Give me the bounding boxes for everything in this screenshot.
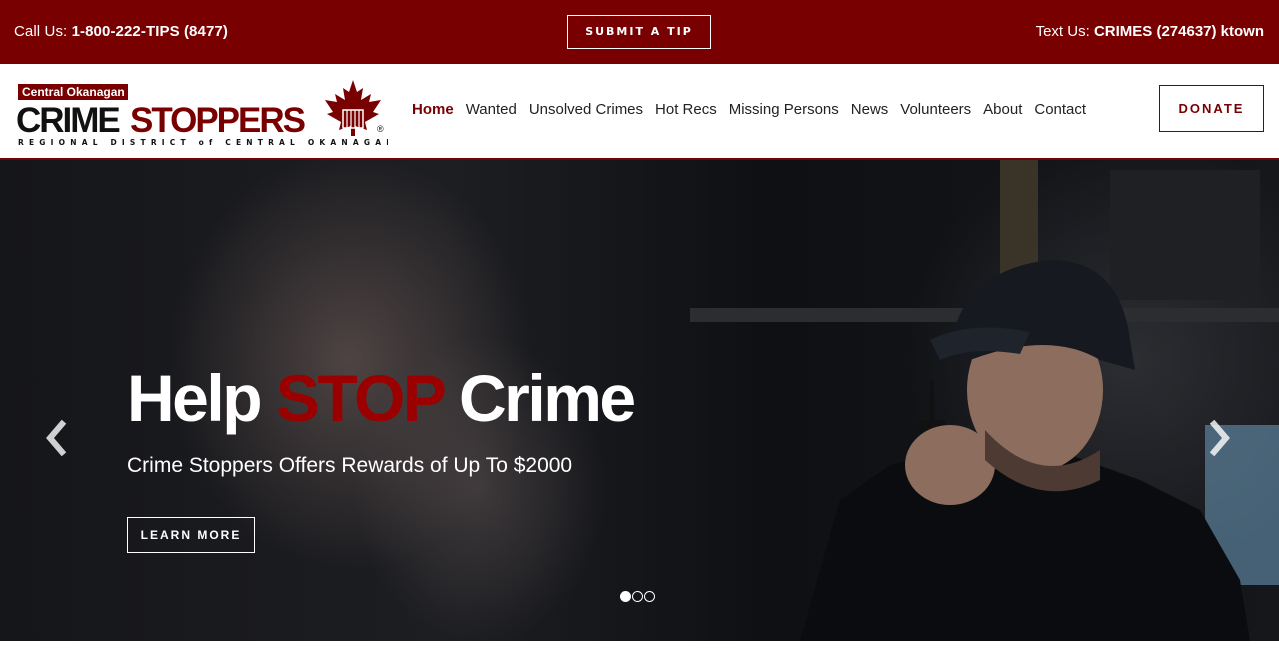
nav-wanted[interactable]: Wanted: [466, 101, 517, 118]
headline-part-stop: STOP: [275, 361, 446, 435]
logo-sub-text: REGIONAL DISTRICT of CENTRAL OKANAGAN: [18, 138, 388, 147]
chevron-right-icon: [1209, 419, 1230, 457]
carousel-dot-2[interactable]: [632, 591, 643, 602]
page-bottom-strip: [0, 641, 1279, 651]
logo-stoppers-text: STOPPERS: [130, 101, 305, 140]
nav-about[interactable]: About: [983, 101, 1022, 118]
hero-headline: Help STOP Crime: [127, 360, 636, 436]
chevron-left-icon: [46, 419, 67, 457]
text-us-text: Text Us: CRIMES (274637) ktown: [1036, 23, 1264, 40]
call-us-number[interactable]: 1-800-222-TIPS (8477): [72, 23, 228, 40]
carousel-indicators: [620, 591, 656, 602]
main-nav: Home Wanted Unsolved Crimes Hot Recs Mis…: [412, 101, 1098, 118]
text-us-number: CRIMES (274637) ktown: [1093, 23, 1264, 40]
hero-subline: Crime Stoppers Offers Rewards of Up To $…: [127, 454, 573, 477]
headline-part-crime: Crime: [443, 361, 636, 435]
logo-top-text: Central Okanagan: [22, 85, 125, 99]
carousel-dot-1[interactable]: [620, 591, 631, 602]
call-us-text: Call Us: 1-800-222-TIPS (8477): [14, 23, 228, 40]
logo-crime-text: CRIME: [16, 101, 119, 140]
prev-slide-arrow[interactable]: [42, 418, 70, 458]
crime-stoppers-logo[interactable]: Central Okanagan CRIME STOPPERS ® REGION…: [16, 80, 388, 148]
call-us-label: Call Us:: [14, 23, 72, 40]
donate-button[interactable]: DONATE: [1159, 85, 1264, 132]
submit-tip-button[interactable]: SUBMIT A TIP: [567, 15, 711, 49]
maple-leaf-icon: [325, 80, 381, 136]
nav-unsolved-crimes[interactable]: Unsolved Crimes: [529, 101, 643, 118]
nav-news[interactable]: News: [851, 101, 889, 118]
nav-hot-recs[interactable]: Hot Recs: [655, 101, 717, 118]
top-bar: Call Us: 1-800-222-TIPS (8477) SUBMIT A …: [0, 0, 1279, 64]
site-header: Central Okanagan CRIME STOPPERS ® REGION…: [0, 64, 1279, 160]
nav-home[interactable]: Home: [412, 101, 454, 118]
nav-volunteers[interactable]: Volunteers: [900, 101, 971, 118]
carousel-dot-3[interactable]: [644, 591, 655, 602]
text-us-label: Text Us:: [1035, 23, 1094, 40]
nav-missing-persons[interactable]: Missing Persons: [729, 101, 839, 118]
logo-registered-mark: ®: [377, 124, 384, 134]
learn-more-button[interactable]: LEARN MORE: [127, 517, 255, 553]
next-slide-arrow[interactable]: [1206, 418, 1234, 458]
hero-carousel: Help STOP Crime Crime Stoppers Offers Re…: [0, 160, 1279, 641]
nav-contact[interactable]: Contact: [1034, 101, 1086, 118]
headline-part-help: Help: [127, 361, 276, 435]
